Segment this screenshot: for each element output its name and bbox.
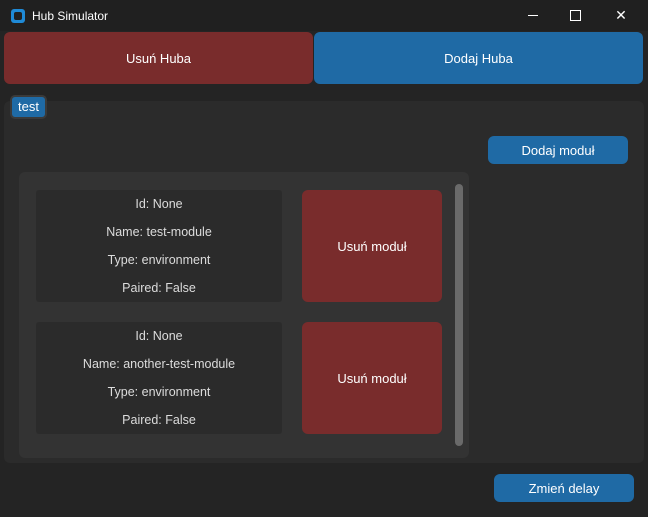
title-bar[interactable]: Hub Simulator ✕ bbox=[0, 0, 648, 31]
module-type: Type: environment bbox=[107, 253, 211, 267]
maximize-icon bbox=[569, 10, 581, 21]
hub-tab-strip: test bbox=[4, 92, 644, 119]
module-name: Name: another-test-module bbox=[82, 357, 236, 371]
tab-test[interactable]: test bbox=[10, 95, 47, 119]
module-name: Name: test-module bbox=[106, 225, 212, 239]
window-title: Hub Simulator bbox=[32, 9, 109, 23]
module-paired: Paired: False bbox=[122, 413, 196, 427]
close-icon: ✕ bbox=[615, 7, 627, 23]
add-module-button[interactable]: Dodaj moduł bbox=[488, 136, 628, 164]
maximize-button[interactable] bbox=[552, 0, 598, 31]
module-paired: Paired: False bbox=[122, 281, 196, 295]
module-info-card: Id: None Name: test-module Type: environ… bbox=[36, 190, 282, 302]
app-window: Hub Simulator ✕ Usuń Huba Dodaj Huba tes… bbox=[0, 0, 648, 517]
minimize-icon bbox=[528, 15, 538, 16]
minimize-button[interactable] bbox=[510, 0, 556, 31]
change-delay-button[interactable]: Zmień delay bbox=[494, 474, 634, 502]
module-type: Type: environment bbox=[107, 385, 211, 399]
close-button[interactable]: ✕ bbox=[598, 0, 644, 31]
remove-hub-button[interactable]: Usuń Huba bbox=[4, 32, 313, 84]
module-id: Id: None bbox=[135, 329, 183, 343]
app-logo-icon bbox=[11, 9, 25, 23]
module-id: Id: None bbox=[135, 197, 183, 211]
remove-module-button[interactable]: Usuń moduł bbox=[302, 190, 442, 302]
remove-module-button[interactable]: Usuń moduł bbox=[302, 322, 442, 434]
module-list-scrollbar[interactable] bbox=[455, 184, 463, 446]
add-hub-button[interactable]: Dodaj Huba bbox=[314, 32, 643, 84]
module-info-card: Id: None Name: another-test-module Type:… bbox=[36, 322, 282, 434]
